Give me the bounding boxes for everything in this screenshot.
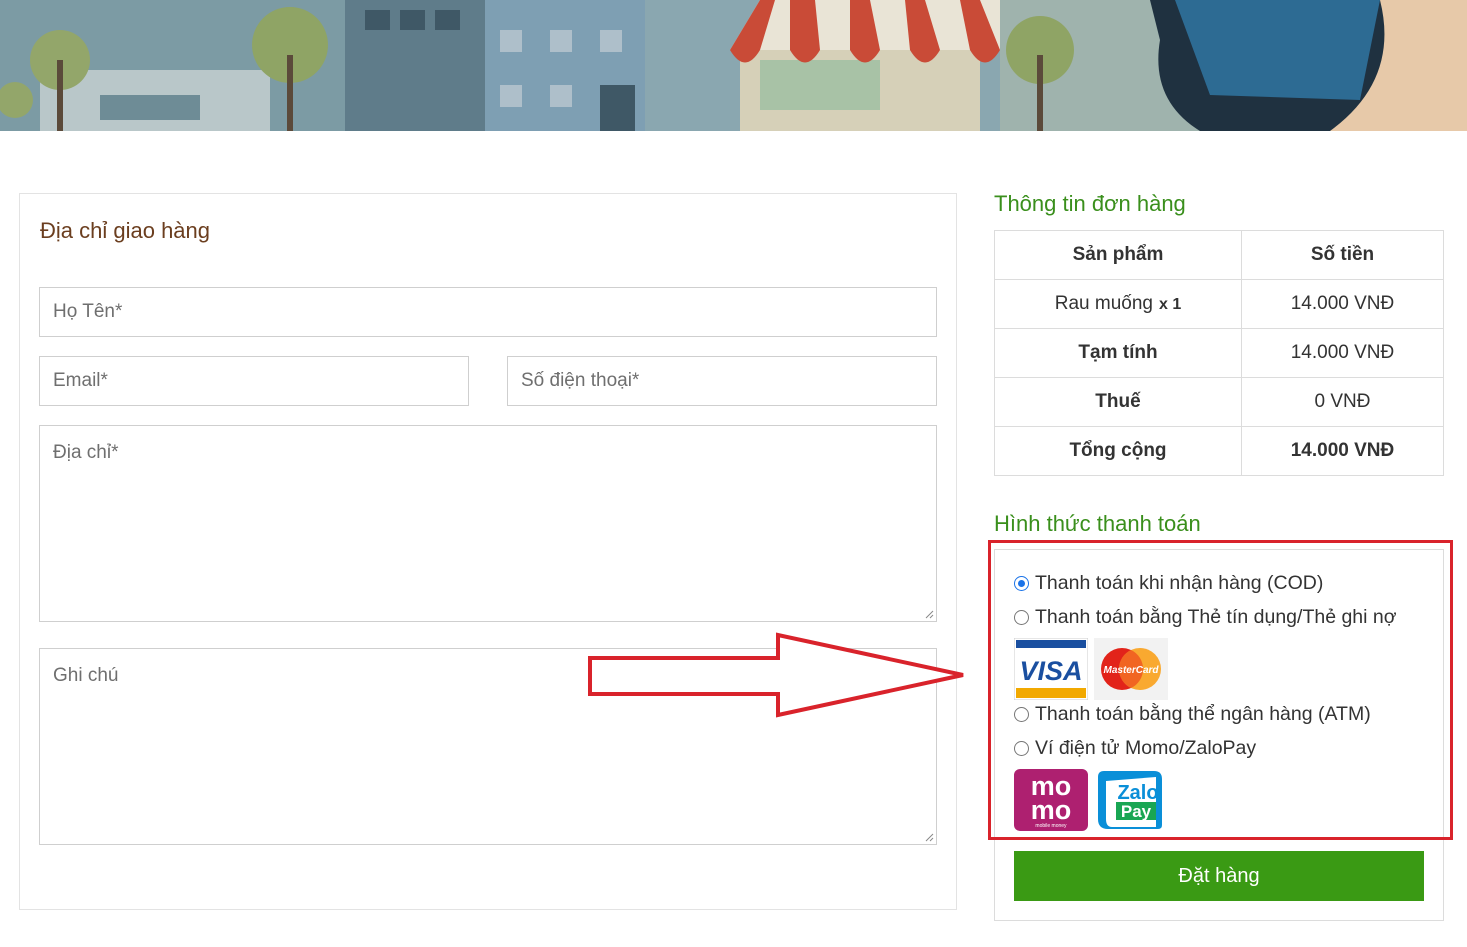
email-input[interactable] <box>53 370 468 392</box>
table-row: Tạm tính 14.000 VNĐ <box>994 328 1444 378</box>
col-product-header: Sản phẩm <box>994 230 1242 280</box>
table-row: Tổng cộng 14.000 VNĐ <box>994 426 1444 476</box>
shipping-title: Địa chỉ giao hàng <box>40 218 211 243</box>
tax-label: Thuế <box>994 377 1242 427</box>
name-field[interactable] <box>39 287 937 337</box>
item-name: Rau muống <box>1054 293 1153 314</box>
order-table: Sản phẩm Số tiền Rau muống x 1 14.000 VNĐ… <box>994 230 1444 476</box>
email-field[interactable] <box>39 356 469 406</box>
resize-grip-icon[interactable] <box>924 832 934 842</box>
place-order-button[interactable]: Đặt hàng <box>1014 851 1424 901</box>
phone-field[interactable] <box>507 356 937 406</box>
item-price: 14.000 VNĐ <box>1241 279 1444 329</box>
highlight-frame <box>988 540 1453 840</box>
total-value: 14.000 VNĐ <box>1241 426 1444 476</box>
table-row: Rau muống x 1 14.000 VNĐ <box>994 279 1444 329</box>
total-label: Tổng cộng <box>994 426 1242 476</box>
table-row: Thuế 0 VNĐ <box>994 377 1444 427</box>
name-input[interactable] <box>53 301 936 323</box>
address-textarea[interactable] <box>53 442 936 621</box>
order-title: Thông tin đơn hàng <box>994 191 1186 216</box>
subtotal-value: 14.000 VNĐ <box>1241 328 1444 378</box>
subtotal-label: Tạm tính <box>994 328 1242 378</box>
resize-grip-icon[interactable] <box>924 609 934 619</box>
tax-value: 0 VNĐ <box>1241 377 1444 427</box>
item-cell: Rau muống x 1 <box>994 279 1242 329</box>
payment-title: Hình thức thanh toán <box>994 511 1201 536</box>
col-amount-header: Số tiền <box>1241 230 1444 280</box>
arrow-right-icon <box>588 632 964 718</box>
header-banner <box>0 0 1467 131</box>
table-header-row: Sản phẩm Số tiền <box>994 230 1444 280</box>
phone-input[interactable] <box>521 370 936 392</box>
item-qty: x 1 <box>1158 296 1182 313</box>
address-field[interactable] <box>39 425 937 622</box>
